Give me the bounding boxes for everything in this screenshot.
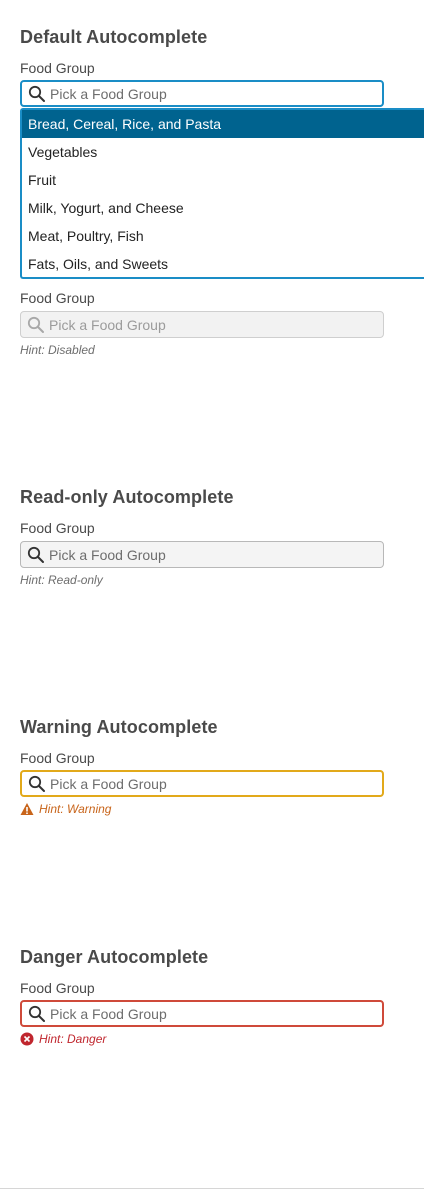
section-title: Read-only Autocomplete — [20, 487, 234, 507]
food-group-input-wrapper[interactable] — [20, 80, 384, 107]
food-group-input[interactable] — [48, 1003, 370, 1024]
option-milk-yogurt-cheese[interactable]: Milk, Yogurt, and Cheese — [22, 194, 424, 222]
error-circle-icon — [20, 1032, 34, 1046]
food-group-input[interactable] — [48, 773, 370, 794]
search-icon — [25, 315, 47, 335]
field-label: Food Group — [20, 60, 95, 76]
page-bottom-divider — [0, 1188, 424, 1189]
option-bread-cereal-rice-pasta[interactable]: Bread, Cereal, Rice, and Pasta — [22, 110, 424, 138]
food-group-input[interactable] — [48, 83, 370, 104]
search-icon — [26, 774, 48, 794]
field-label: Food Group — [20, 980, 95, 996]
warning-triangle-icon — [20, 802, 34, 816]
option-meat-poultry-fish[interactable]: Meat, Poultry, Fish — [22, 222, 424, 250]
section-title: Danger Autocomplete — [20, 947, 209, 967]
search-icon — [26, 84, 48, 104]
option-vegetables[interactable]: Vegetables — [22, 138, 424, 166]
field-label: Food Group — [20, 750, 95, 766]
hint-text: Hint: Disabled — [20, 343, 95, 357]
danger-autocomplete-section: Danger Autocomplete Food Group Hint: Dan… — [20, 946, 384, 1046]
hint-text: Hint: Read-only — [20, 573, 103, 587]
food-group-input-wrapper — [20, 541, 384, 568]
food-group-input — [47, 544, 369, 565]
section-title: Default Autocomplete — [20, 27, 208, 47]
hint-text: Hint: Danger — [39, 1032, 107, 1046]
food-group-input-wrapper — [20, 311, 384, 338]
option-fats-oils-sweets[interactable]: Fats, Oils, and Sweets — [22, 250, 424, 278]
field-label: Food Group — [20, 520, 95, 536]
food-group-listbox: Bread, Cereal, Rice, and Pasta Vegetable… — [20, 108, 424, 279]
search-icon — [26, 1004, 48, 1024]
readonly-autocomplete-section: Read-only Autocomplete Food Group Hint: … — [20, 486, 384, 587]
field-label: Food Group — [20, 290, 95, 306]
warning-autocomplete-section: Warning Autocomplete Food Group Hint: Wa… — [20, 716, 384, 816]
section-title: Warning Autocomplete — [20, 717, 218, 737]
food-group-input — [47, 314, 369, 335]
hint-row: Hint: Danger — [20, 1032, 106, 1046]
hint-row: Hint: Warning — [20, 802, 111, 816]
food-group-input-wrapper[interactable] — [20, 1000, 384, 1027]
option-fruit[interactable]: Fruit — [22, 166, 424, 194]
search-icon — [25, 545, 47, 565]
default-autocomplete-section: Default Autocomplete Food Group — [20, 26, 384, 107]
hint-text: Hint: Warning — [39, 802, 112, 816]
food-group-input-wrapper[interactable] — [20, 770, 384, 797]
